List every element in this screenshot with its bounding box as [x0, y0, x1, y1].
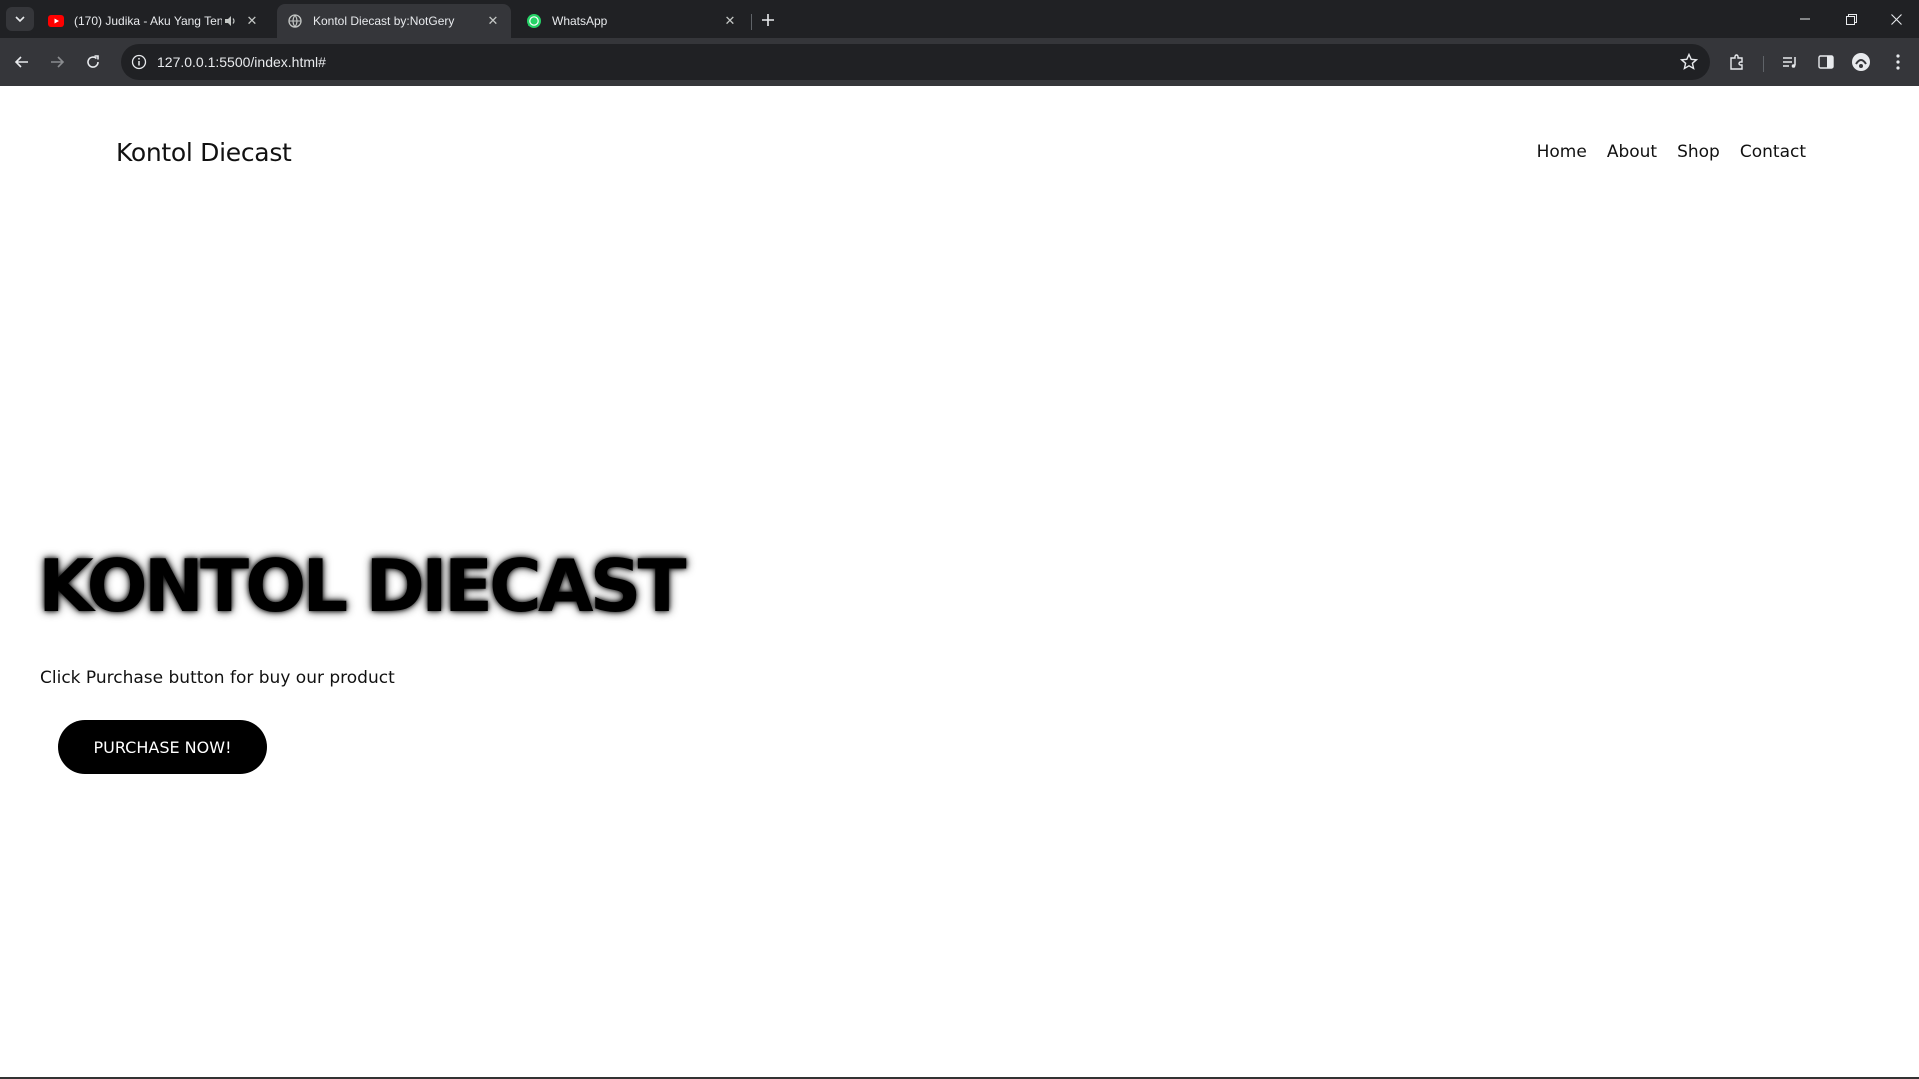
- browser-tab-strip: (170) Judika - Aku Yang Ten ✕ Kontol Die…: [0, 0, 1919, 38]
- minimize-button[interactable]: [1782, 0, 1828, 38]
- address-bar[interactable]: 127.0.0.1:5500/index.html#: [121, 44, 1710, 80]
- site-nav: Home About Shop Contact: [1537, 142, 1806, 162]
- arrow-left-icon: [14, 56, 28, 68]
- nav-link-about[interactable]: About: [1607, 142, 1657, 162]
- site-brand[interactable]: Kontol Diecast: [116, 138, 292, 167]
- purchase-button[interactable]: PURCHASE NOW!: [58, 720, 267, 774]
- tab-youtube[interactable]: (170) Judika - Aku Yang Ten ✕: [38, 4, 270, 38]
- profile-button[interactable]: [1849, 50, 1873, 74]
- tab-kontol-diecast[interactable]: Kontol Diecast by:NotGery ✕: [277, 4, 511, 38]
- tab-close-icon[interactable]: ✕: [485, 13, 501, 29]
- arrow-right-icon: [51, 56, 65, 68]
- tab-close-icon[interactable]: ✕: [722, 13, 738, 29]
- side-panel-button[interactable]: [1814, 50, 1838, 74]
- tab-divider: [751, 14, 752, 30]
- close-icon: [1890, 13, 1902, 25]
- web-page: Kontol Diecast Home About Shop Contact K…: [0, 86, 1919, 1079]
- speaker-icon[interactable]: [222, 13, 238, 29]
- tab-title: (170) Judika - Aku Yang Ten: [74, 14, 222, 28]
- new-tab-button[interactable]: [756, 8, 780, 32]
- reload-button[interactable]: [81, 50, 105, 74]
- globe-icon: [287, 13, 303, 29]
- minimize-icon: [1800, 18, 1810, 20]
- menu-button[interactable]: [1886, 50, 1910, 74]
- nav-link-shop[interactable]: Shop: [1677, 142, 1720, 162]
- url-text[interactable]: 127.0.0.1:5500/index.html#: [157, 54, 326, 70]
- browser-toolbar: 127.0.0.1:5500/index.html#: [0, 38, 1919, 86]
- restore-icon: [1845, 13, 1857, 25]
- star-icon[interactable]: [1680, 53, 1698, 71]
- info-icon[interactable]: [131, 54, 147, 70]
- queue-music-icon: [1783, 57, 1796, 68]
- puzzle-icon: [1730, 54, 1743, 70]
- plus-icon: [762, 14, 774, 26]
- chevron-down-icon: [15, 16, 25, 23]
- side-panel-icon: [1818, 55, 1834, 69]
- restore-button[interactable]: [1828, 0, 1874, 38]
- youtube-icon: [48, 13, 64, 29]
- toolbar-divider: [1763, 56, 1764, 72]
- more-vertical-icon: [1896, 54, 1900, 70]
- close-window-button[interactable]: [1873, 0, 1919, 38]
- tab-title: Kontol Diecast by:NotGery: [313, 14, 455, 28]
- nav-link-contact[interactable]: Contact: [1740, 142, 1806, 162]
- hero-subtitle: Click Purchase button for buy our produc…: [40, 668, 395, 688]
- tab-search-button[interactable]: [6, 7, 34, 31]
- extensions-button[interactable]: [1725, 50, 1749, 74]
- forward-button[interactable]: [45, 50, 69, 74]
- tab-title: WhatsApp: [552, 14, 608, 28]
- whatsapp-icon: [526, 13, 542, 29]
- back-button[interactable]: [10, 50, 34, 74]
- media-control-button[interactable]: [1778, 50, 1802, 74]
- tab-close-icon[interactable]: ✕: [244, 13, 260, 29]
- tab-whatsapp[interactable]: WhatsApp ✕: [516, 4, 748, 38]
- nav-link-home[interactable]: Home: [1537, 142, 1587, 162]
- avatar-icon: [1852, 53, 1870, 71]
- reload-icon: [87, 55, 99, 68]
- hero-title: KONTOL DIECAST: [38, 544, 687, 628]
